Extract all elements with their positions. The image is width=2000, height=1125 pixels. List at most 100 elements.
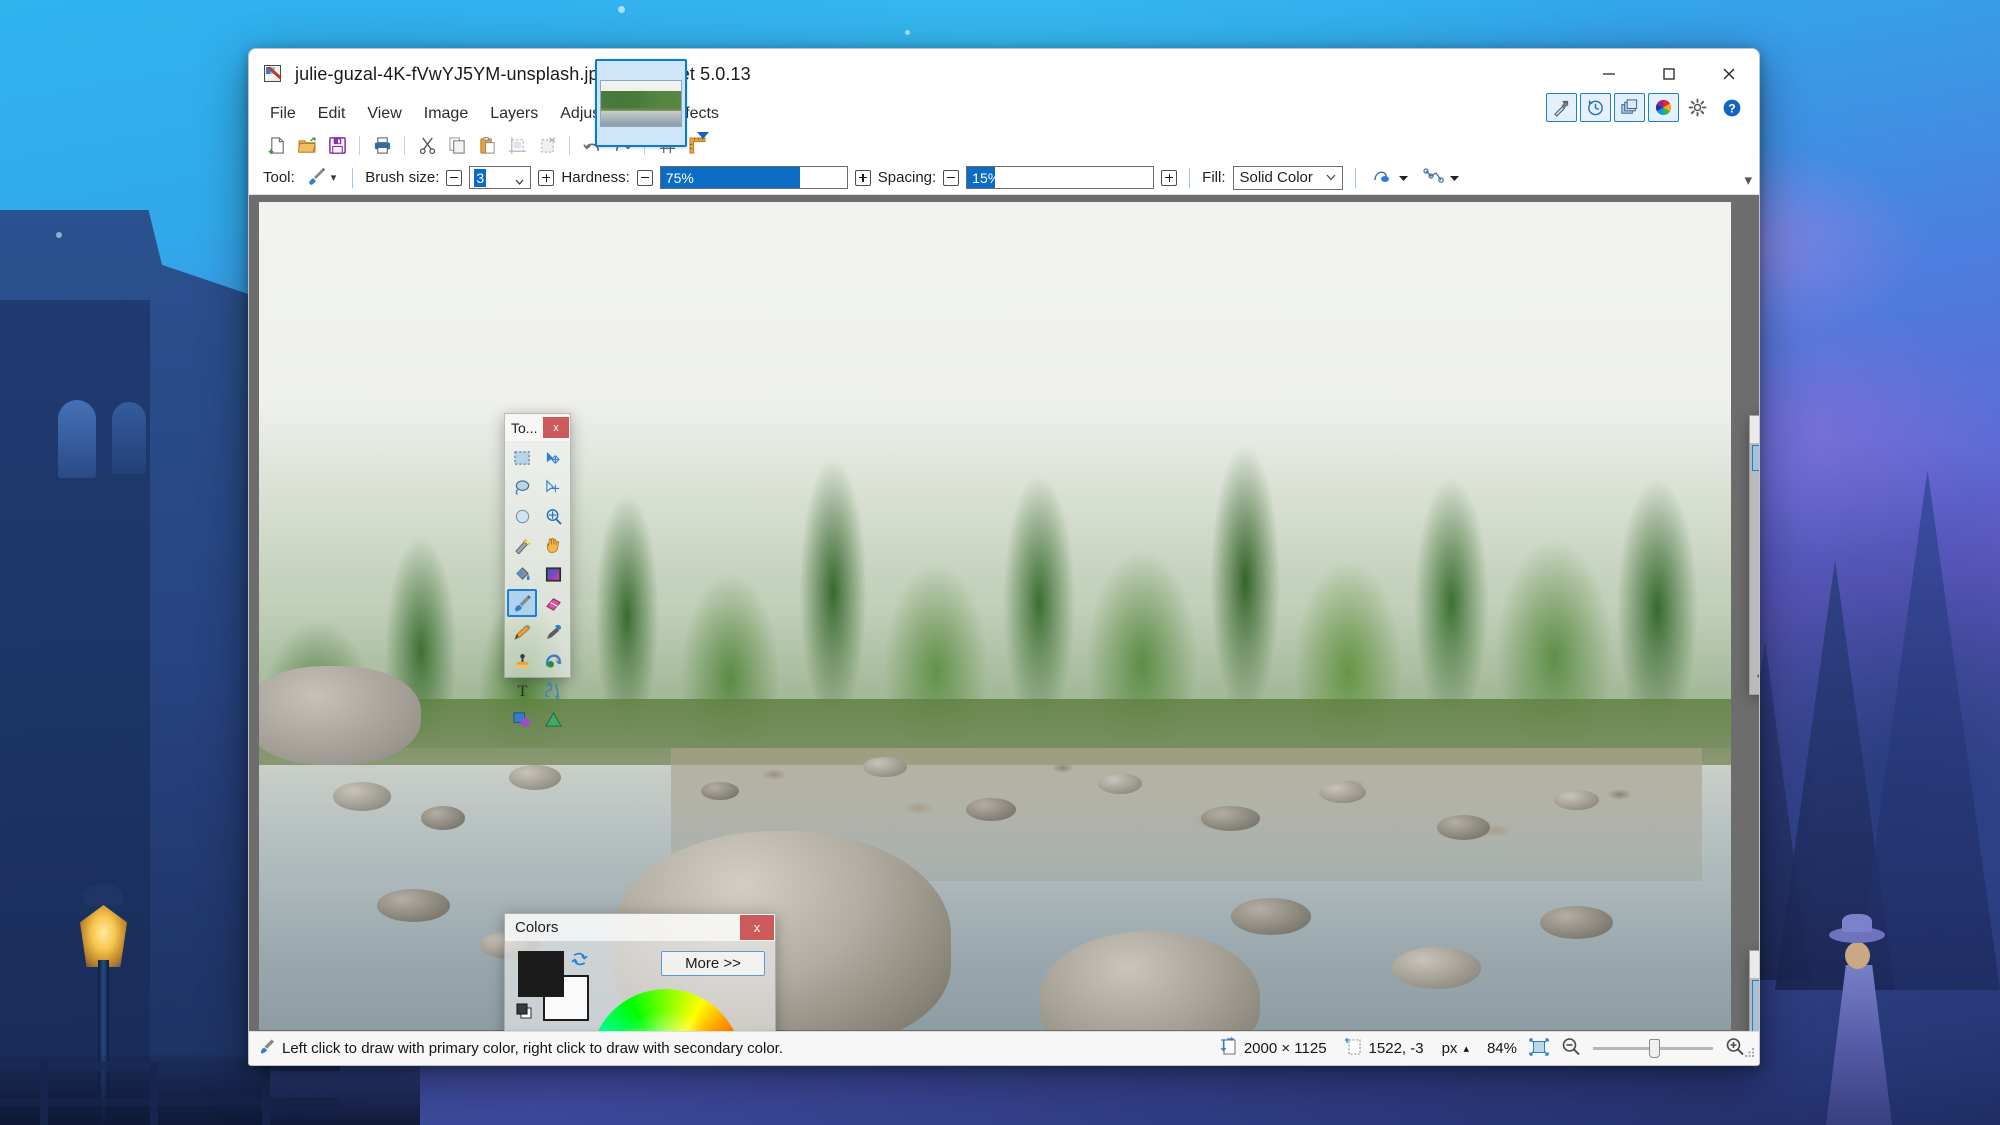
eraser-tool[interactable]: [538, 589, 568, 617]
layers-panel-header[interactable]: Layers x: [1750, 951, 1759, 978]
history-panel-title: History: [1750, 421, 1759, 438]
reset-colors-icon[interactable]: [516, 1003, 536, 1021]
canvas-area[interactable]: To... x: [249, 195, 1759, 1031]
menu-edit[interactable]: Edit: [307, 101, 357, 127]
color-wheel[interactable]: [590, 989, 742, 1031]
move-selected-tool[interactable]: [538, 444, 568, 472]
menu-layers[interactable]: Layers: [479, 101, 549, 127]
wallpaper-rail-2: [0, 1098, 340, 1106]
fit-to-window-icon[interactable]: [1529, 1038, 1549, 1060]
photo-content: [259, 202, 1731, 1030]
hardness-slider[interactable]: 75%: [660, 166, 848, 189]
scissors-icon[interactable]: [413, 132, 441, 159]
history-panel-header[interactable]: History x: [1750, 416, 1759, 443]
paint-bucket-tool[interactable]: [507, 560, 537, 588]
chevron-down-icon[interactable]: [695, 127, 711, 145]
layers-panel-toggle[interactable]: [1614, 93, 1645, 122]
menu-image[interactable]: Image: [413, 101, 479, 127]
wallpaper-figure-head: [1845, 942, 1870, 969]
brush-size-input[interactable]: 3: [469, 166, 531, 189]
line-curve-tool[interactable]: [538, 676, 568, 704]
shapes-tool[interactable]: [507, 705, 537, 733]
open-folder-icon[interactable]: [293, 132, 321, 159]
fill-mode-select[interactable]: Solid Color: [1233, 166, 1343, 190]
svg-text:T: T: [517, 683, 527, 699]
history-panel: History x Open Image: [1749, 415, 1759, 695]
image-canvas[interactable]: [259, 202, 1731, 1030]
colors-panel-toggle[interactable]: [1648, 93, 1679, 122]
minimize-button[interactable]: [1579, 49, 1639, 99]
crop-icon[interactable]: [503, 132, 531, 159]
zoom-in-icon[interactable]: [1725, 1037, 1745, 1060]
brush-size-decrement-button[interactable]: [446, 170, 462, 186]
spacing-label: Spacing:: [878, 169, 936, 186]
history-undo-button[interactable]: [1756, 666, 1759, 691]
tools-panel-close-button[interactable]: x: [543, 417, 569, 438]
image-size-value: 2000 × 1125: [1244, 1040, 1327, 1057]
options-overflow-button[interactable]: ▾: [1744, 171, 1752, 189]
pan-tool[interactable]: [538, 531, 568, 559]
color-picker-tool[interactable]: [538, 618, 568, 646]
blend-mode-selector[interactable]: [1419, 165, 1463, 191]
floppy-save-icon[interactable]: [323, 132, 351, 159]
lasso-select-tool[interactable]: [507, 473, 537, 501]
image-tab-thumbnail[interactable]: [595, 59, 687, 147]
units-chevron-icon[interactable]: ▴: [1463, 1042, 1469, 1055]
image-tab-strip: [595, 59, 711, 147]
layers-panel: Layers x Background ✓: [1749, 950, 1759, 1031]
units-group[interactable]: px ▴: [1442, 1040, 1469, 1057]
antialiasing-selector[interactable]: [1368, 165, 1412, 191]
deselect-icon[interactable]: [533, 132, 561, 159]
new-document-icon[interactable]: [263, 132, 291, 159]
more-colors-button[interactable]: More >>: [661, 951, 765, 976]
menu-view[interactable]: View: [356, 101, 412, 127]
maximize-button[interactable]: [1639, 49, 1699, 99]
clone-stamp-tool[interactable]: [507, 647, 537, 675]
help-button[interactable]: ?: [1716, 93, 1747, 122]
colors-panel-header[interactable]: Colors x: [505, 914, 775, 941]
history-panel-toggle[interactable]: [1580, 93, 1611, 122]
gradient-tool[interactable]: [538, 560, 568, 588]
primary-color-swatch[interactable]: [518, 951, 564, 997]
rectangle-select-tool[interactable]: [507, 444, 537, 472]
hardness-decrement-button[interactable]: [637, 170, 653, 186]
tool-dropdown-chevron: ▾: [331, 171, 337, 184]
swap-colors-icon[interactable]: [571, 951, 588, 973]
spacing-slider[interactable]: 15%: [966, 166, 1154, 189]
zoom-tool[interactable]: [538, 502, 568, 530]
close-button[interactable]: [1699, 49, 1759, 99]
triangle-shape-icon[interactable]: [538, 705, 568, 733]
menu-file[interactable]: File: [259, 101, 307, 127]
recolor-tool[interactable]: 2: [538, 647, 568, 675]
brush-size-increment-button[interactable]: [538, 170, 554, 186]
ellipse-select-tool[interactable]: [507, 502, 537, 530]
copy-pages-icon[interactable]: [443, 132, 471, 159]
spacing-increment-button[interactable]: [1161, 170, 1177, 186]
printer-icon[interactable]: [368, 132, 396, 159]
tools-panel-header[interactable]: To... x: [505, 414, 570, 441]
paintbrush-tool[interactable]: [507, 589, 537, 617]
history-item-open-image[interactable]: Open Image: [1752, 445, 1759, 471]
spacing-decrement-button[interactable]: [943, 170, 959, 186]
zoom-out-icon[interactable]: [1561, 1037, 1581, 1060]
resize-grip-icon[interactable]: [1743, 1046, 1756, 1063]
toolbar-separator: [404, 136, 405, 155]
pencil-tool[interactable]: [507, 618, 537, 646]
zoom-slider-thumb[interactable]: [1649, 1039, 1660, 1058]
clipboard-paste-icon[interactable]: [473, 132, 501, 159]
magic-wand-tool[interactable]: [507, 531, 537, 559]
active-tool-selector[interactable]: ▾: [302, 164, 341, 192]
brush-size-label: Brush size:: [365, 169, 439, 186]
paintbrush-icon: [306, 166, 326, 190]
hardness-increment-button[interactable]: [855, 170, 871, 186]
settings-button[interactable]: [1682, 93, 1713, 122]
hardness-value: 75%: [666, 170, 694, 186]
colors-panel-close-button[interactable]: x: [740, 915, 774, 940]
zoom-slider[interactable]: [1593, 1047, 1713, 1050]
chevron-down-icon[interactable]: [515, 172, 524, 189]
tools-panel-toggle[interactable]: [1546, 93, 1577, 122]
text-tool[interactable]: T: [507, 676, 537, 704]
move-selection-tool[interactable]: [538, 473, 568, 501]
layer-row-background[interactable]: Background ✓: [1752, 980, 1759, 1031]
panel-toggle-group: ?: [1546, 93, 1747, 122]
